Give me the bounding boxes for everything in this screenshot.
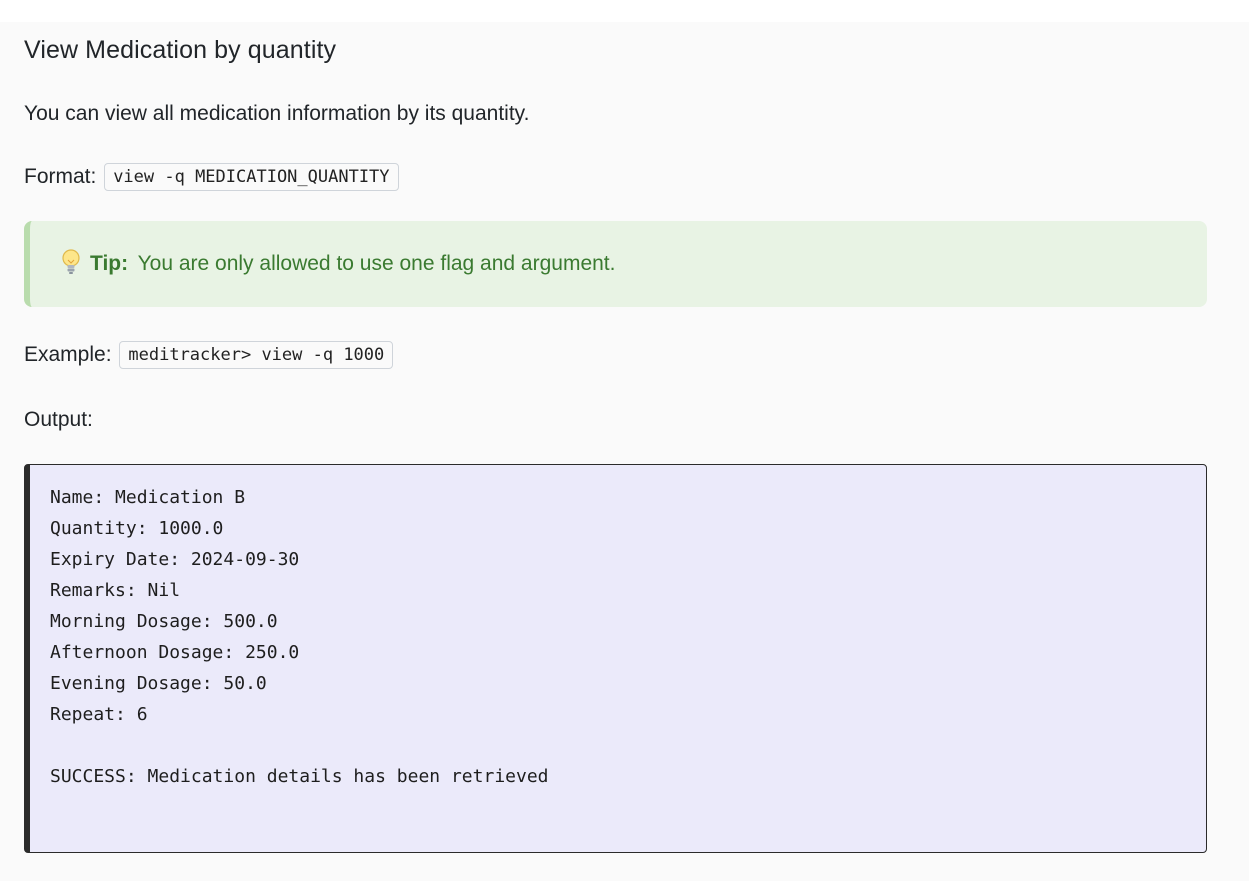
- output-line: Repeat: 6: [50, 704, 148, 725]
- output-line: Name: Medication B: [50, 487, 246, 508]
- output-label: Output:: [24, 408, 93, 431]
- lightbulb-icon: [60, 248, 82, 276]
- example-paragraph: Example: meditracker> view -q 1000: [24, 340, 394, 370]
- tip-box: Tip: You are only allowed to use one fla…: [24, 221, 1207, 307]
- output-line: Morning Dosage: 500.0: [50, 611, 278, 632]
- documentation-section: View Medication by quantity You can view…: [0, 22, 1249, 881]
- format-label: Format:: [24, 165, 97, 188]
- section-description: You can view all medication information …: [24, 102, 530, 125]
- tip-content: Tip: You are only allowed to use one fla…: [60, 248, 615, 276]
- example-label: Example:: [24, 343, 112, 366]
- section-title: View Medication by quantity: [24, 36, 337, 64]
- tip-text: You are only allowed to use one flag and…: [137, 252, 616, 275]
- example-command-code: meditracker> view -q 1000: [119, 341, 394, 369]
- output-line: Evening Dosage: 50.0: [50, 673, 267, 694]
- output-line: Quantity: 1000.0: [50, 518, 224, 539]
- output-line: Expiry Date: 2024-09-30: [50, 549, 300, 570]
- output-line: Afternoon Dosage: 250.0: [50, 642, 300, 663]
- output-line: Remarks: Nil: [50, 580, 181, 601]
- tip-label: Tip:: [90, 252, 129, 275]
- output-line: SUCCESS: Medication details has been ret…: [50, 766, 549, 787]
- output-code-block: Name: Medication B Quantity: 1000.0 Expi…: [24, 464, 1207, 853]
- format-paragraph: Format: view -q MEDICATION_QUANTITY: [24, 162, 399, 192]
- format-command-code: view -q MEDICATION_QUANTITY: [104, 163, 399, 191]
